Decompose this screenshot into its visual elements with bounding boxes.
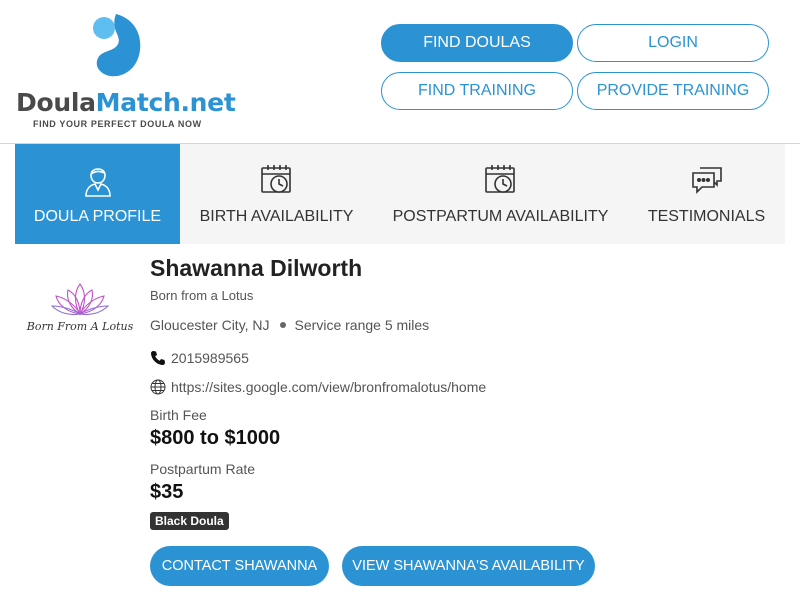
login-button[interactable]: LOGIN <box>577 24 769 62</box>
contact-doula-button[interactable]: CONTACT SHAWANNA <box>150 546 329 586</box>
phone-number[interactable]: 2015989565 <box>171 350 249 366</box>
birth-fee-label: Birth Fee <box>150 407 207 423</box>
tab-testimonials[interactable]: TESTIMONIALS <box>628 144 785 244</box>
doula-name: Shawanna Dilworth <box>150 255 363 281</box>
tab-birth-availability[interactable]: BIRTH AVAILABILITY <box>180 144 373 244</box>
location-row: Gloucester City, NJ Service range 5 mile… <box>150 317 429 333</box>
postpartum-rate-value: $35 <box>150 481 184 503</box>
tab-postpartum-availability[interactable]: POSTPARTUM AVAILABILITY <box>373 144 628 244</box>
postpartum-rate-label: Postpartum Rate <box>150 461 256 477</box>
tab-label: TESTIMONIALS <box>647 208 766 225</box>
site-logo[interactable]: DoulaMatch.net FIND YOUR PERFECT DOULA N… <box>16 10 236 132</box>
globe-icon <box>150 379 166 395</box>
logo-wordmark: DoulaMatch.net <box>16 88 236 117</box>
profile-tab-bar: DOULA PROFILE BIRTH AVAILABILITY POSTPAR <box>15 144 785 244</box>
find-training-button[interactable]: FIND TRAINING <box>381 72 573 110</box>
tab-label: BIRTH AVAILABILITY <box>199 208 354 225</box>
find-doulas-button[interactable]: FIND DOULAS <box>381 24 573 62</box>
chat-bubbles-icon <box>689 162 725 198</box>
calendar-clock-icon <box>483 162 519 198</box>
provide-training-button[interactable]: PROVIDE TRAINING <box>577 72 769 110</box>
birth-fee-value: $800 to $1000 <box>150 427 281 449</box>
phone-row[interactable]: 2015989565 <box>150 350 249 366</box>
location: Gloucester City, NJ <box>150 317 270 333</box>
service-range: Service range 5 miles <box>294 317 430 333</box>
business-logo-text: Born From A Lotus <box>26 320 134 333</box>
logo-mark-icon <box>93 14 141 77</box>
tab-doula-profile[interactable]: DOULA PROFILE <box>15 144 180 244</box>
site-header: DoulaMatch.net FIND YOUR PERFECT DOULA N… <box>0 0 800 144</box>
calendar-clock-icon <box>259 162 295 198</box>
separator-dot <box>279 322 286 328</box>
logo-tagline: FIND YOUR PERFECT DOULA NOW <box>33 119 202 129</box>
phone-icon <box>150 350 166 366</box>
website-link[interactable]: https://sites.google.com/view/bronfromal… <box>171 379 486 395</box>
doula-person-icon <box>80 162 116 198</box>
business-name: Born from a Lotus <box>150 288 254 303</box>
business-logo: Born From A Lotus <box>26 283 134 333</box>
tab-label: POSTPARTUM AVAILABILITY <box>392 208 609 225</box>
website-row[interactable]: https://sites.google.com/view/bronfromal… <box>150 379 486 395</box>
tab-label: DOULA PROFILE <box>33 208 162 225</box>
black-doula-badge: Black Doula <box>150 512 229 530</box>
view-availability-button[interactable]: VIEW SHAWANNA'S AVAILABILITY <box>342 546 595 586</box>
